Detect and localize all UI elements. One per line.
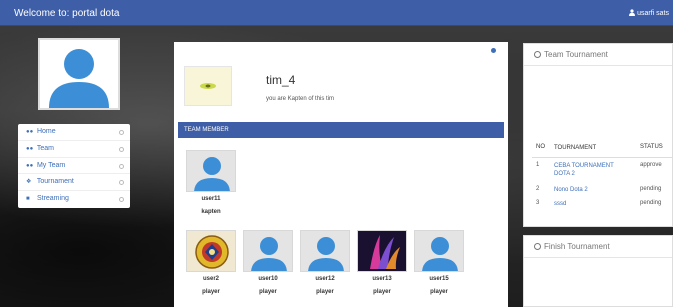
member-card[interactable]: user15 player [414,230,464,295]
finish-tournament-panel: Finish Tournament [523,235,673,307]
member-name: user11 [201,196,221,202]
member-role: player [373,289,391,295]
user-name: usarfi sats [637,10,669,17]
abstract-avatar-icon [370,235,400,269]
member-card[interactable]: user12 player [300,230,350,295]
member-role: player [202,289,220,295]
column-header-tournament: TOURNAMENT [554,145,597,151]
team-name: tim_4 [266,73,296,87]
cell-status: pending [640,186,662,192]
member-name: user13 [372,276,392,282]
users-icon: ●● [26,129,34,135]
member-avatar [300,230,350,272]
member-name: user15 [429,276,449,282]
sidebar-item-label: My Team [36,161,66,169]
camera-icon: ■ [26,196,30,203]
panel-header: Team Tournament [524,44,672,66]
team-member-header: TEAM MEMBER [178,122,504,138]
default-avatar-icon [49,49,109,108]
info-icon: ❖ [26,179,32,186]
user-icon [629,9,636,16]
profile-avatar [38,38,120,110]
tournament-link[interactable]: Nono Dota 2 [554,186,626,194]
member-avatar [186,150,236,192]
sidebar-item-home[interactable]: ●● Home [18,124,130,141]
site-title[interactable]: Welcome to: portal dota [14,8,119,19]
member-name: user10 [258,276,278,282]
member-role: player [316,289,334,295]
chevron-icon [119,163,124,169]
tournament-link[interactable]: sssd [554,200,626,208]
sidebar-item-tournament[interactable]: ❖ Tournament [18,174,130,192]
member-avatar [414,230,464,272]
panel-header: Finish Tournament [524,236,672,258]
member-name: user2 [202,276,219,282]
users-icon: ●● [26,145,34,152]
users-icon: ●● [26,162,34,169]
top-navbar: Welcome to: portal dota usarfi sats [0,0,673,26]
tournament-table: NO TOURNAMENT STATUS 1 CEBA TOURNAMENT D… [532,144,673,214]
member-avatar [186,230,236,272]
column-header-status: STATUS [640,144,663,150]
panel-settings-icon[interactable] [491,48,496,53]
member-card[interactable]: user10 player [243,230,293,295]
member-avatar [357,230,407,272]
gear-icon [534,51,541,58]
member-avatar [243,230,293,272]
member-role: kapten [201,209,221,215]
member-name: user12 [315,276,335,282]
cell-no: 1 [536,162,540,168]
sidebar-item-my-team[interactable]: ●● My Team [18,158,130,175]
team-panel: tim_4 you are Kapten of this tim TEAM ME… [174,42,508,307]
user-menu[interactable]: usarfi sats [629,9,669,17]
table-row: 3 sssd pending [532,200,673,214]
panel-title: Finish Tournament [544,242,610,251]
sidebar-item-streaming[interactable]: ■ Streaming [18,191,130,208]
default-avatar-icon [251,237,287,271]
sidebar-nav: ●● Home ●● Team ●● My Team ❖ Tournament … [18,124,130,208]
gear-icon [534,243,541,250]
chevron-icon [119,197,124,203]
default-avatar-icon [194,157,230,191]
cell-status: pending [640,200,662,206]
tournament-link[interactable]: CEBA TOURNAMENT DOTA 2 [554,162,626,178]
member-card[interactable]: user2 player [186,230,236,295]
chevron-icon [119,130,124,135]
member-card[interactable]: user13 player [357,230,407,295]
team-tournament-panel: Team Tournament NO TOURNAMENT STATUS 1 C… [523,43,673,227]
table-row: 2 Nono Dota 2 pending [532,186,673,200]
chevron-icon [119,180,124,186]
table-header-row: NO TOURNAMENT STATUS [532,144,673,158]
cell-status: approve [640,162,662,168]
team-role-text: you are Kapten of this tim [266,96,335,102]
panel-title: Team Tournament [544,50,608,59]
sidebar-item-label: Team [36,144,54,152]
emblem-icon [195,235,229,269]
team-logo [184,66,232,106]
sidebar-item-label: Tournament [36,178,74,186]
default-avatar-icon [308,237,344,271]
member-card-captain[interactable]: user11 kapten [186,150,236,215]
default-avatar-icon [422,237,458,271]
member-role: player [259,289,277,295]
chevron-icon [119,146,124,152]
sidebar-item-label: Home [36,128,56,135]
column-header-no: NO [536,144,545,150]
sidebar-item-team[interactable]: ●● Team [18,141,130,158]
member-role: player [430,289,448,295]
table-row: 1 CEBA TOURNAMENT DOTA 2 approve [532,162,673,186]
cell-no: 2 [536,186,540,192]
sidebar-item-label: Streaming [36,195,69,203]
cell-no: 3 [536,200,540,206]
